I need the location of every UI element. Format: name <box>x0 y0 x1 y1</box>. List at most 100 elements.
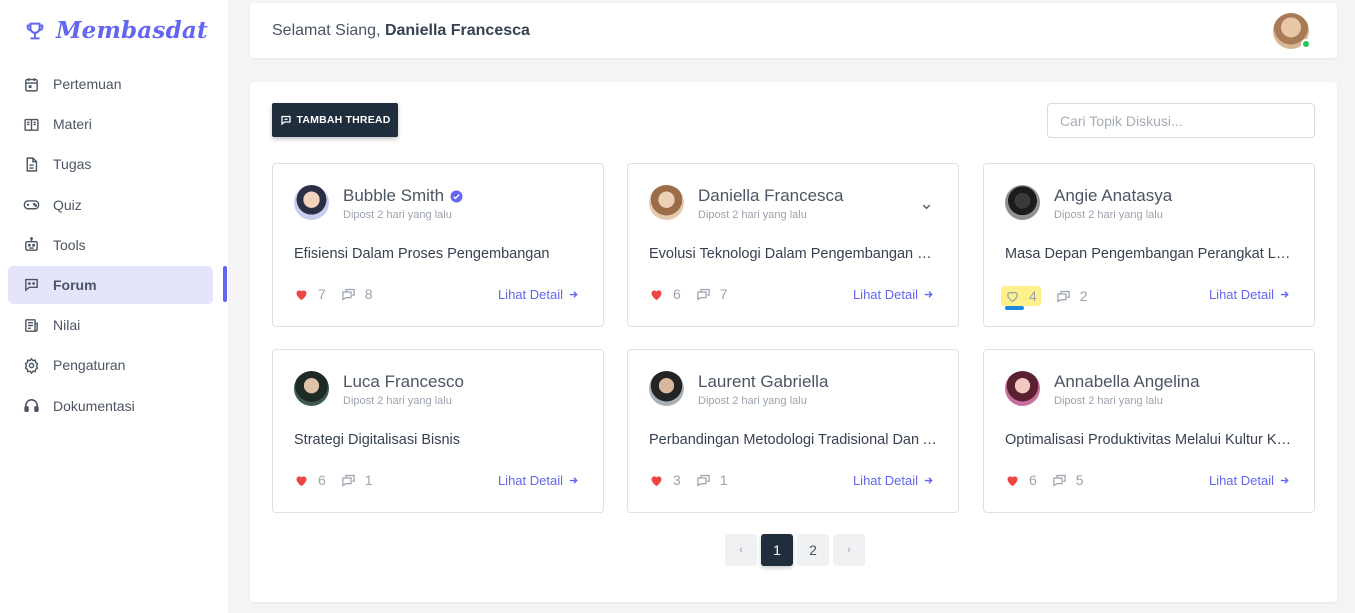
view-detail-label: Lihat Detail <box>497 473 563 488</box>
thread-title[interactable]: Efisiensi Dalam Proses Pengembangan <box>294 246 586 262</box>
view-detail-label: Lihat Detail <box>1208 473 1274 488</box>
gamepad-icon <box>23 200 40 210</box>
sidebar-item-pengaturan[interactable]: Pengaturan <box>8 346 213 384</box>
pagination: ‹ 1 2 › <box>725 534 865 566</box>
like-count-value: 4 <box>1029 288 1037 304</box>
chevron-down-icon[interactable] <box>921 201 932 212</box>
thread-title[interactable]: Masa Depan Pengembangan Perangkat Lunak <box>1005 246 1297 262</box>
like-count-value: 3 <box>673 472 681 488</box>
sidebar-item-label: Pertemuan <box>53 76 122 92</box>
comment-count-value: 1 <box>364 472 373 488</box>
forum-panel: TAMBAH THREAD Bubble Smith Dipost 2 hari… <box>250 82 1337 602</box>
like-count[interactable]: 7 <box>294 286 326 302</box>
view-detail-label: Lihat Detail <box>852 473 918 488</box>
trophy-icon <box>26 22 44 39</box>
posted-time: Dipost 2 hari yang lalu <box>1054 395 1163 407</box>
thread-stats: 6 7 <box>649 286 743 302</box>
thread-title[interactable]: Perbandingan Metodologi Tradisional Dan … <box>649 432 941 448</box>
sidebar-item-label: Tugas <box>53 156 92 173</box>
thread-card[interactable]: Daniella Francesca Dipost 2 hari yang la… <box>627 163 959 327</box>
thread-card[interactable]: Laurent Gabriella Dipost 2 hari yang lal… <box>627 349 959 513</box>
thread-title[interactable]: Strategi Digitalisasi Bisnis <box>294 432 586 448</box>
thread-card[interactable]: Angie Anatasya Dipost 2 hari yang lalu M… <box>983 163 1315 327</box>
posted-time: Dipost 2 hari yang lalu <box>343 209 452 221</box>
comment-count: 1 <box>341 472 373 488</box>
sidebar-nav: Pertemuan Materi Tugas Quiz Tools Forum … <box>8 65 213 427</box>
author-name-text: Laurent Gabriella <box>698 372 829 391</box>
gear-icon <box>24 357 39 374</box>
like-count[interactable]: 4 <box>1001 286 1041 306</box>
greeting-user-name: Daniella Francesca <box>384 22 530 39</box>
sidebar-item-tools[interactable]: Tools <box>8 226 213 264</box>
top-header: Selamat Siang, Daniella Francesca <box>250 3 1337 58</box>
thread-stats: 3 1 <box>649 472 743 488</box>
online-status-indicator <box>1301 39 1311 49</box>
view-detail-link[interactable]: Lihat Detail <box>498 473 579 488</box>
add-thread-label: TAMBAH THREAD <box>296 114 391 126</box>
thread-stats: 4 2 <box>1001 286 1103 306</box>
page-button-1[interactable]: 1 <box>761 534 793 566</box>
thread-title[interactable]: Evolusi Teknologi Dalam Pengembangan Per… <box>649 246 941 262</box>
heart-filled-icon <box>651 475 662 486</box>
like-count[interactable]: 6 <box>294 472 326 488</box>
arrow-right-icon <box>1280 477 1289 484</box>
sidebar-item-forum[interactable]: Forum <box>8 265 213 304</box>
thread-title[interactable]: Optimalisasi Produktivitas Melalui Kultu… <box>1005 432 1297 448</box>
sidebar-item-label: Dokumentasi <box>53 397 135 414</box>
report-icon <box>25 318 38 332</box>
heart-filled-icon <box>296 289 307 300</box>
view-detail-link[interactable]: Lihat Detail <box>1209 287 1290 302</box>
thread-card[interactable]: Bubble Smith Dipost 2 hari yang lalu Efi… <box>272 163 604 327</box>
sidebar-item-nilai[interactable]: Nilai <box>8 306 213 344</box>
comment-count: 7 <box>696 286 728 302</box>
chat-icon <box>25 279 38 293</box>
posted-time: Dipost 2 hari yang lalu <box>698 209 807 221</box>
thread-card[interactable]: Annabella Angelina Dipost 2 hari yang la… <box>983 349 1315 513</box>
view-detail-link[interactable]: Lihat Detail <box>853 287 934 302</box>
sidebar-item-tugas[interactable]: Tugas <box>8 145 213 183</box>
like-count-value: 6 <box>318 472 326 488</box>
next-page-button[interactable]: › <box>833 534 865 566</box>
document-icon <box>26 157 38 172</box>
comments-icon <box>697 474 710 487</box>
headset-icon <box>24 399 39 412</box>
view-detail-link[interactable]: Lihat Detail <box>498 287 579 302</box>
sidebar-item-materi[interactable]: Materi <box>8 105 213 143</box>
author-avatar <box>294 185 329 220</box>
view-detail-link[interactable]: Lihat Detail <box>1209 473 1290 488</box>
view-detail-link[interactable]: Lihat Detail <box>853 473 934 488</box>
thread-card[interactable]: Luca Francesco Dipost 2 hari yang lalu S… <box>272 349 604 513</box>
comments-icon <box>697 288 710 301</box>
add-thread-button[interactable]: TAMBAH THREAD <box>272 103 398 137</box>
greeting-prefix: Selamat Siang, <box>272 22 385 39</box>
heart-filled-icon <box>1007 475 1018 486</box>
sidebar-item-dokumentasi[interactable]: Dokumentasi <box>8 387 213 425</box>
brand-name: Membasdat <box>56 17 208 44</box>
view-detail-label: Lihat Detail <box>497 287 563 302</box>
view-detail-label: Lihat Detail <box>852 287 918 302</box>
sidebar-item-quiz[interactable]: Quiz <box>8 186 213 224</box>
calendar-icon <box>25 77 38 92</box>
comment-count: 8 <box>341 286 373 302</box>
active-nav-indicator <box>223 266 227 302</box>
comment-count: 5 <box>1052 472 1084 488</box>
comment-count-value: 1 <box>719 472 728 488</box>
arrow-right-icon <box>924 291 933 298</box>
search-input[interactable] <box>1047 103 1315 138</box>
brand-logo[interactable]: Membasdat <box>24 17 208 44</box>
comments-icon <box>1053 474 1066 487</box>
author-avatar <box>1005 185 1040 220</box>
page-button-2[interactable]: 2 <box>797 534 829 566</box>
comments-icon <box>342 288 355 301</box>
posted-time: Dipost 2 hari yang lalu <box>698 395 807 407</box>
like-count[interactable]: 6 <box>649 286 681 302</box>
author-name: Angie Anatasya <box>1054 186 1172 206</box>
like-count[interactable]: 6 <box>1005 472 1037 488</box>
comment-count-value: 7 <box>719 286 728 302</box>
author-avatar <box>649 371 684 406</box>
prev-page-button[interactable]: ‹ <box>725 534 757 566</box>
arrow-right-icon <box>1280 291 1289 298</box>
comment-count-value: 2 <box>1079 288 1088 304</box>
like-count[interactable]: 3 <box>649 472 681 488</box>
sidebar-item-pertemuan[interactable]: Pertemuan <box>8 65 213 103</box>
